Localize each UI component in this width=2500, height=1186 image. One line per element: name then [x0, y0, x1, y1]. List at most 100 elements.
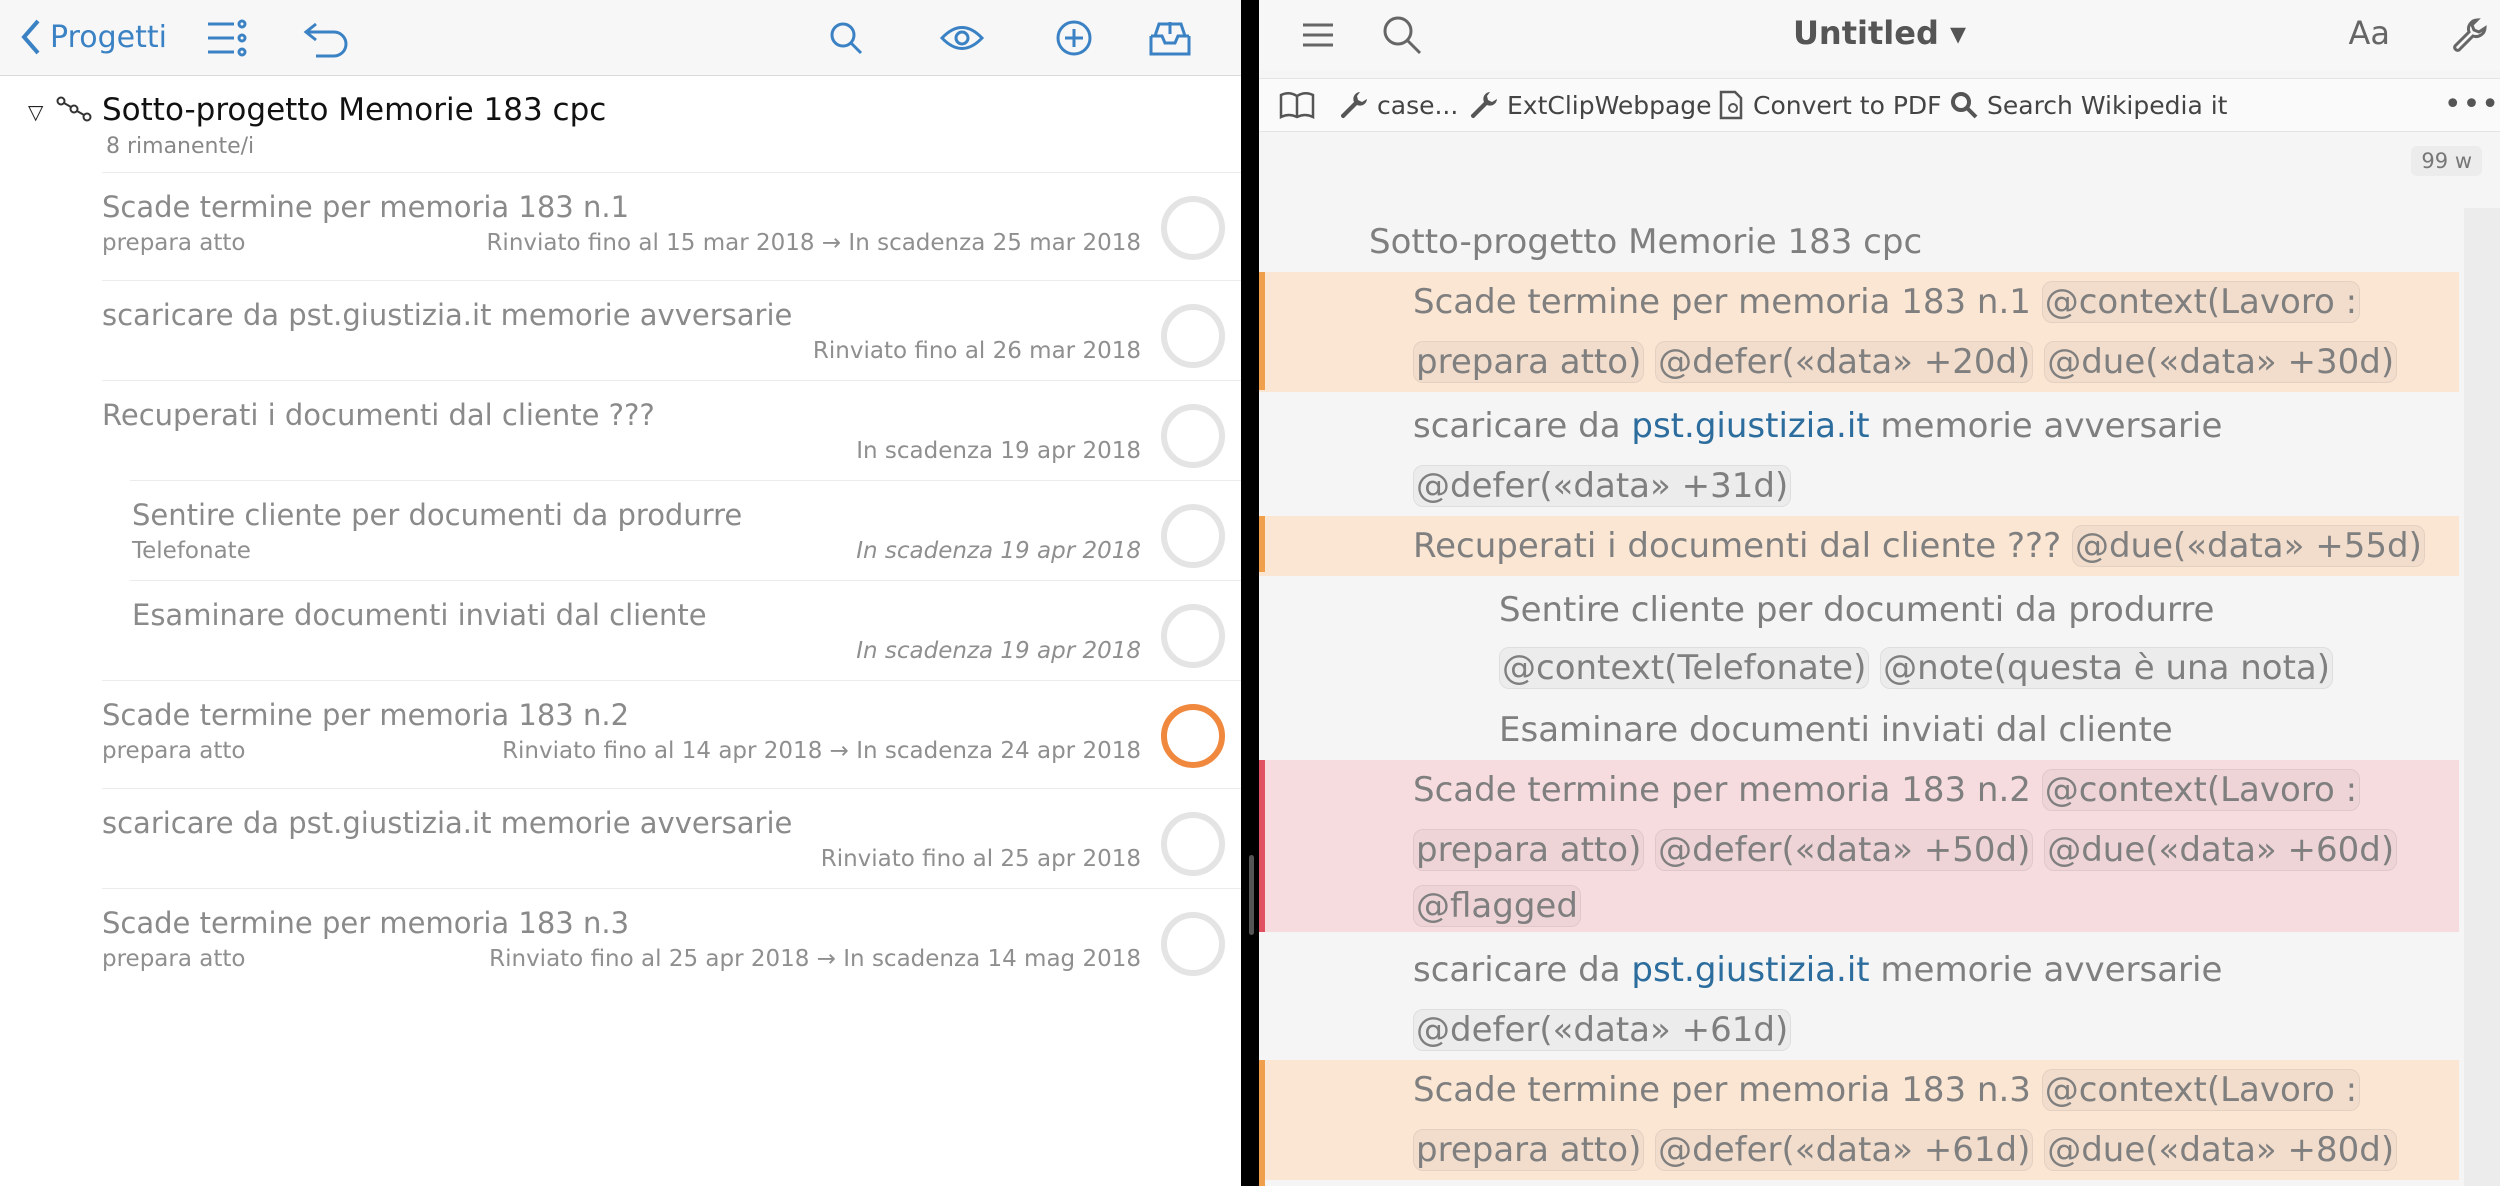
doc-line[interactable]: scaricare da pst.giustizia.it memorie av… — [1259, 396, 2459, 456]
defer-tag: @defer(«data» +61d) — [1655, 1129, 2034, 1171]
search-icon[interactable] — [822, 14, 870, 62]
bookmarks-icon[interactable] — [1279, 89, 1323, 121]
scroll-gutter[interactable] — [2464, 208, 2500, 1186]
back-label: Progetti — [50, 19, 167, 55]
doc-line[interactable]: Esaminare documenti inviati dal cliente — [1259, 700, 2459, 760]
more-button[interactable]: ••• — [2444, 87, 2500, 122]
doc-line[interactable]: Recuperati i documenti dal cliente ??? @… — [1259, 516, 2459, 576]
defer-tag: @defer(«data» +50d) — [1655, 829, 2034, 871]
context-tag: prepara atto) — [1413, 829, 1645, 871]
task-text: Sentire cliente per documenti da produrr… — [1499, 590, 2215, 630]
task-row[interactable]: Esaminare documenti inviati dal cliente … — [0, 580, 1241, 680]
context-tag: @context(Lavoro : — [2041, 281, 2361, 323]
split-view-divider[interactable] — [1241, 0, 1259, 1186]
task-checkbox[interactable] — [1161, 812, 1225, 876]
task-title: Scade termine per memoria 183 n.3 — [102, 906, 630, 940]
document-icon — [1719, 90, 1743, 120]
doc-line[interactable]: prepara atto) @defer(«data» +61d) @due(«… — [1259, 1120, 2459, 1180]
task-checkbox[interactable] — [1161, 404, 1225, 468]
task-row[interactable]: scaricare da pst.giustizia.it memorie av… — [0, 280, 1241, 380]
chevron-left-icon — [21, 19, 40, 55]
link[interactable]: pst.giustizia.it — [1631, 950, 1869, 990]
task-row[interactable]: scaricare da pst.giustizia.it memorie av… — [0, 788, 1241, 888]
inbox-icon[interactable] — [1146, 14, 1194, 62]
defer-tag: @defer(«data» +20d) — [1655, 341, 2034, 383]
doc-line[interactable]: Sotto-progetto Memorie 183 cpc — [1259, 212, 2459, 272]
workflow-convert-to-pdf[interactable]: Convert to PDF — [1717, 89, 1942, 121]
back-button[interactable]: Progetti — [20, 14, 167, 60]
task-text: Recuperati i documenti dal cliente ??? — [1413, 526, 2072, 566]
note-tag: @note(questa è una nota) — [1880, 647, 2334, 689]
task-dates: In scadenza 19 apr 2018 — [856, 438, 1141, 464]
task-checkbox[interactable] — [1161, 912, 1225, 976]
doc-line[interactable]: prepara atto) @defer(«data» +50d) @due(«… — [1259, 820, 2459, 880]
context-tag: prepara atto) — [1413, 341, 1645, 383]
task-checkbox[interactable] — [1161, 304, 1225, 368]
task-text: Esaminare documenti inviati dal cliente — [1499, 710, 2173, 750]
font-settings-button[interactable]: Aa — [2349, 14, 2391, 52]
task-title: Esaminare documenti inviati dal cliente — [132, 598, 707, 632]
task-row[interactable]: Scade termine per memoria 183 n.3 prepar… — [0, 888, 1241, 988]
doc-line[interactable]: Scade termine per memoria 183 n.2 @conte… — [1259, 760, 2459, 820]
project-header[interactable]: ▽ Sotto-progetto Memorie 183 cpc 8 riman… — [0, 88, 1241, 168]
due-tag: @due(«data» +80d) — [2044, 1129, 2398, 1171]
task-text: memorie avversarie — [1869, 950, 2223, 990]
editor-toolbar: Untitled ▾ Aa — [1259, 0, 2500, 70]
doc-line[interactable]: @defer(«data» +31d) — [1259, 456, 2459, 516]
task-checkbox[interactable] — [1161, 196, 1225, 260]
task-dates: In scadenza 19 apr 2018 — [856, 638, 1141, 664]
task-row[interactable]: Recuperati i documenti dal cliente ??? I… — [0, 380, 1241, 480]
remaining-count: 8 rimanente/i — [106, 134, 255, 159]
sequential-project-icon — [56, 96, 92, 126]
workflow-label: Search Wikipedia it — [1987, 90, 2228, 120]
list-icon[interactable] — [202, 14, 250, 62]
context-tag: @context(Lavoro : — [2041, 1069, 2361, 1111]
wrench-icon[interactable] — [2445, 12, 2495, 58]
task-row[interactable]: Sentire cliente per documenti da produrr… — [0, 480, 1241, 580]
due-tag: @due(«data» +60d) — [2044, 829, 2398, 871]
doc-line[interactable]: @context(Telefonate) @note(questa è una … — [1259, 638, 2459, 698]
task-title: Sentire cliente per documenti da produrr… — [132, 498, 743, 532]
project-toolbar: Progetti — [0, 0, 1241, 76]
task-row[interactable]: Scade termine per memoria 183 n.1 prepar… — [0, 172, 1241, 272]
defer-tag: @defer(«data» +61d) — [1413, 1009, 1792, 1051]
task-title: Recuperati i documenti dal cliente ??? — [102, 398, 655, 432]
doc-line[interactable]: prepara atto) @defer(«data» +20d) @due(«… — [1259, 332, 2459, 392]
doc-line[interactable]: @defer(«data» +61d) — [1259, 1000, 2459, 1060]
task-text: Scade termine per memoria 183 n.1 — [1413, 282, 2042, 322]
task-checkbox-flagged[interactable] — [1161, 704, 1225, 768]
context-tag: @context(Telefonate) — [1499, 647, 1870, 689]
task-text: scaricare da — [1413, 406, 1632, 446]
task-checkbox[interactable] — [1161, 504, 1225, 568]
eye-icon[interactable] — [938, 14, 986, 62]
undo-icon[interactable] — [302, 14, 350, 62]
search-icon — [1951, 92, 1978, 119]
due-marker — [1259, 272, 1265, 390]
workflow-case[interactable]: case... — [1339, 89, 1458, 121]
task-title: Scade termine per memoria 183 n.2 — [102, 698, 630, 732]
divider-handle[interactable] — [1249, 855, 1254, 935]
defer-tag: @defer(«data» +31d) — [1413, 465, 1792, 507]
context-tag: prepara atto) — [1413, 1129, 1645, 1171]
doc-line[interactable]: Scade termine per memoria 183 n.3 @conte… — [1259, 1060, 2459, 1120]
document-title[interactable]: Untitled ▾ — [1259, 14, 2500, 52]
task-dates: Rinviato fino al 15 mar 2018 → In scaden… — [486, 230, 1141, 256]
task-dates: Rinviato fino al 26 mar 2018 — [812, 338, 1141, 364]
doc-line[interactable]: @flagged — [1259, 876, 2459, 932]
due-tag: @due(«data» +30d) — [2044, 341, 2398, 383]
task-row[interactable]: Scade termine per memoria 183 n.2 prepar… — [0, 680, 1241, 780]
task-title: scaricare da pst.giustizia.it memorie av… — [102, 298, 793, 332]
workflow-search-wikipedia[interactable]: Search Wikipedia it — [1949, 89, 2227, 121]
task-context: prepara atto — [102, 946, 246, 972]
add-icon[interactable] — [1050, 14, 1098, 62]
link[interactable]: pst.giustizia.it — [1631, 406, 1869, 446]
doc-line[interactable]: Sentire cliente per documenti da produrr… — [1259, 580, 2459, 640]
task-checkbox[interactable] — [1161, 604, 1225, 668]
workflow-extclipwebpage[interactable]: ExtClipWebpage — [1469, 89, 1712, 121]
doc-line[interactable]: Scade termine per memoria 183 n.1 @conte… — [1259, 272, 2459, 332]
doc-line[interactable]: scaricare da pst.giustizia.it memorie av… — [1259, 940, 2459, 1000]
task-dates: Rinviato fino al 25 apr 2018 → In scaden… — [489, 946, 1141, 972]
due-marker — [1259, 1060, 1265, 1186]
project-title: Sotto-progetto Memorie 183 cpc — [102, 92, 607, 128]
disclosure-triangle-icon[interactable]: ▽ — [28, 100, 43, 124]
